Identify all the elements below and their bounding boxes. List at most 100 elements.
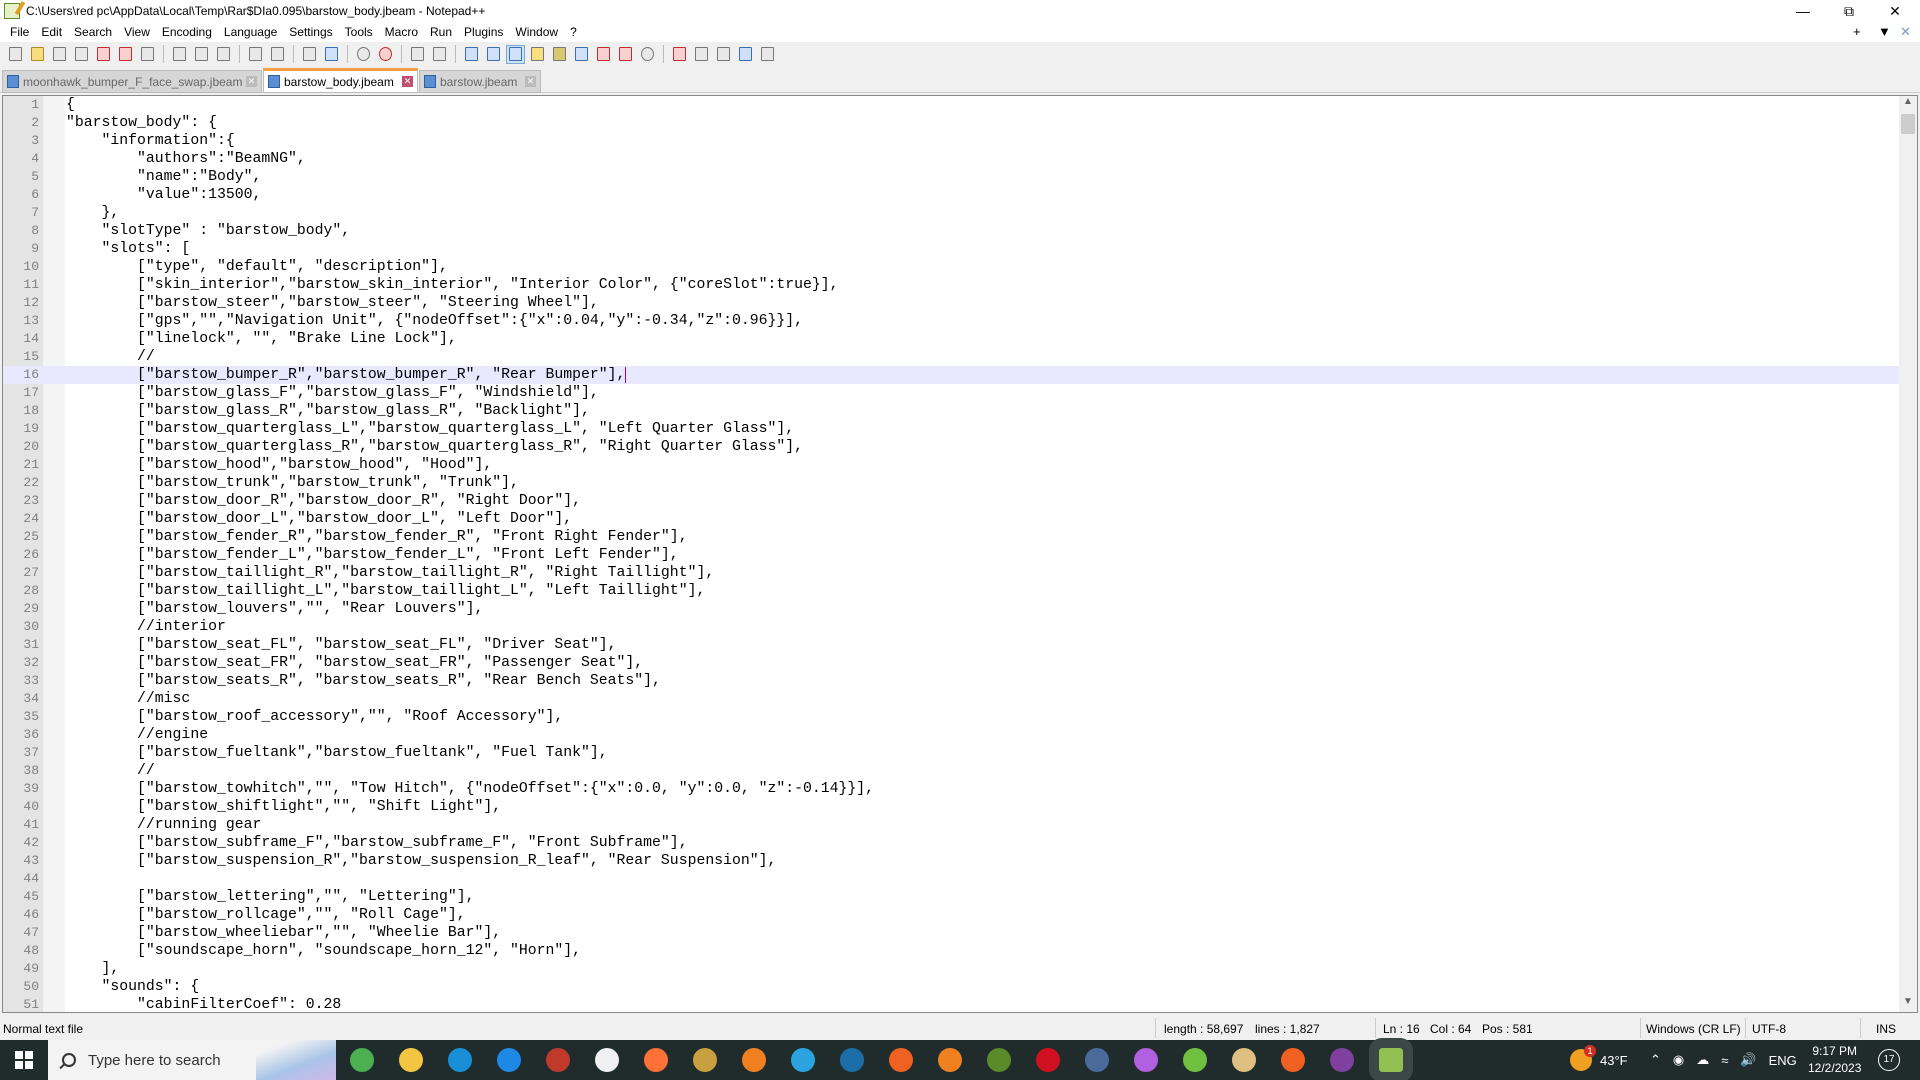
- menu-encoding[interactable]: Encoding: [156, 25, 218, 39]
- menu-view[interactable]: View: [118, 25, 156, 39]
- code-line[interactable]: 51 "cabinFilterCoef": 0.28: [3, 996, 1899, 1012]
- code-line[interactable]: 37 ["barstow_fueltank","barstow_fueltank…: [3, 744, 1899, 762]
- file-explorer-icon[interactable]: [399, 1048, 423, 1072]
- start-button[interactable]: [0, 1040, 48, 1080]
- record-macro-icon[interactable]: [670, 45, 689, 64]
- document-list-icon[interactable]: [572, 45, 591, 64]
- code-line[interactable]: 21 ["barstow_hood","barstow_hood", "Hood…: [3, 456, 1899, 474]
- code-line[interactable]: 32 ["barstow_seat_FR", "barstow_seat_FR"…: [3, 654, 1899, 672]
- zoom-in-icon[interactable]: [354, 45, 373, 64]
- encoding[interactable]: UTF-8: [1752, 1022, 1786, 1036]
- word-wrap-icon[interactable]: [462, 45, 481, 64]
- user-defined-language-icon[interactable]: [528, 45, 547, 64]
- sync-vertical-icon[interactable]: [408, 45, 427, 64]
- vertical-scrollbar[interactable]: ▲ ▼: [1899, 96, 1917, 1012]
- paste-icon[interactable]: [214, 45, 233, 64]
- opera-icon[interactable]: [1036, 1048, 1060, 1072]
- taskbar-search[interactable]: Type here to search: [48, 1040, 336, 1080]
- code-line[interactable]: 47 ["barstow_wheeliebar","", "Wheelie Ba…: [3, 924, 1899, 942]
- phcorner-icon[interactable]: [546, 1048, 570, 1072]
- code-line[interactable]: 20 ["barstow_quarterglass_R","barstow_qu…: [3, 438, 1899, 456]
- document-map-icon[interactable]: [550, 45, 569, 64]
- tab-barstow-body[interactable]: barstow_body.jbeam ✕: [263, 68, 418, 93]
- wifi-icon[interactable]: ≈: [1721, 1053, 1728, 1068]
- redo-icon[interactable]: [268, 45, 287, 64]
- line-ending[interactable]: Windows (CR LF): [1646, 1022, 1741, 1036]
- show-all-characters-icon[interactable]: [484, 45, 503, 64]
- code-line[interactable]: 6 "value":13500,: [3, 186, 1899, 204]
- menu-language[interactable]: Language: [218, 25, 283, 39]
- save-icon[interactable]: [50, 45, 69, 64]
- code-line[interactable]: 49 ],: [3, 960, 1899, 978]
- calculator-icon[interactable]: [1085, 1048, 1109, 1072]
- app-hex-icon[interactable]: [693, 1048, 717, 1072]
- menu-tools[interactable]: Tools: [339, 25, 379, 39]
- minimize-button[interactable]: —: [1780, 0, 1826, 22]
- code-line[interactable]: 2 "barstow_body": {: [3, 114, 1899, 132]
- code-line[interactable]: 35 ["barstow_roof_accessory","", "Roof A…: [3, 708, 1899, 726]
- code-line[interactable]: 12 ["barstow_steer","barstow_steer", "St…: [3, 294, 1899, 312]
- undo-icon[interactable]: [246, 45, 265, 64]
- open-file-icon[interactable]: [28, 45, 47, 64]
- code-line[interactable]: 41 //running gear: [3, 816, 1899, 834]
- code-line[interactable]: 13 ["gps","","Navigation Unit", {"nodeOf…: [3, 312, 1899, 330]
- menu-file[interactable]: File: [4, 25, 35, 39]
- menu-macro[interactable]: Macro: [379, 25, 424, 39]
- code-line[interactable]: 14 ["linelock", "", "Brake Line Lock"],: [3, 330, 1899, 348]
- save-macro-icon[interactable]: [758, 45, 777, 64]
- scroll-down-arrow-icon[interactable]: ▼: [1899, 996, 1917, 1012]
- tab-barstow[interactable]: barstow.jbeam ✕: [419, 70, 541, 93]
- steam-icon[interactable]: [840, 1048, 864, 1072]
- volume-icon[interactable]: 🔊: [1740, 1052, 1756, 1068]
- show-hidden-icons-chevron-icon[interactable]: ⌃: [1650, 1052, 1661, 1068]
- code-line[interactable]: 42 ["barstow_subframe_F","barstow_subfra…: [3, 834, 1899, 852]
- code-line[interactable]: 44: [3, 870, 1899, 888]
- onedrive-cloud-icon[interactable]: ☁: [1696, 1052, 1709, 1068]
- code-line[interactable]: 4 "authors":"BeamNG",: [3, 150, 1899, 168]
- scroll-up-arrow-icon[interactable]: ▲: [1899, 96, 1917, 112]
- tab-close-icon[interactable]: ✕: [246, 76, 257, 87]
- menu-edit[interactable]: Edit: [35, 25, 68, 39]
- notification-center-button[interactable]: 17: [1878, 1040, 1900, 1080]
- code-line[interactable]: 40 ["barstow_shiftlight","", "Shift Ligh…: [3, 798, 1899, 816]
- tab-close-icon[interactable]: ✕: [402, 76, 413, 87]
- code-line[interactable]: 48 ["soundscape_horn", "soundscape_horn_…: [3, 942, 1899, 960]
- bluestacks-icon[interactable]: [1183, 1048, 1207, 1072]
- code-line[interactable]: 38 //: [3, 762, 1899, 780]
- code-line[interactable]: 36 //engine: [3, 726, 1899, 744]
- code-line[interactable]: 18 ["barstow_glass_R","barstow_glass_R",…: [3, 402, 1899, 420]
- insert-mode[interactable]: INS: [1876, 1022, 1896, 1036]
- folder-as-workspace-icon[interactable]: [616, 45, 635, 64]
- run-macro-multiple-icon[interactable]: [736, 45, 755, 64]
- blender-icon[interactable]: [938, 1048, 962, 1072]
- input-language[interactable]: ENG: [1769, 1053, 1797, 1068]
- code-line[interactable]: 34 //misc: [3, 690, 1899, 708]
- close-button[interactable]: ✕: [1872, 0, 1918, 22]
- code-line[interactable]: 5 "name":"Body",: [3, 168, 1899, 186]
- notepad-plus-plus-icon[interactable]: [1369, 1038, 1413, 1080]
- text-editor[interactable]: 1{2 "barstow_body": {3 "information":{4 "…: [2, 95, 1918, 1013]
- code-line[interactable]: 43 ["barstow_suspension_R","barstow_susp…: [3, 852, 1899, 870]
- scrollbar-thumb[interactable]: [1901, 114, 1915, 134]
- minecraft-icon[interactable]: [987, 1048, 1011, 1072]
- print-icon[interactable]: [138, 45, 157, 64]
- play-macro-icon[interactable]: [714, 45, 733, 64]
- telegram-icon[interactable]: [791, 1048, 815, 1072]
- code-line[interactable]: 19 ["barstow_quarterglass_L","barstow_qu…: [3, 420, 1899, 438]
- code-line[interactable]: 50 "sounds": {: [3, 978, 1899, 996]
- microsoft-store-icon[interactable]: [595, 1048, 619, 1072]
- code-line[interactable]: 30 //interior: [3, 618, 1899, 636]
- tab-moonhawk-bumper[interactable]: moonhawk_bumper_F_face_swap.jbeam ✕: [2, 70, 262, 93]
- monitoring-eye-icon[interactable]: [638, 45, 657, 64]
- paint-icon[interactable]: [1232, 1048, 1256, 1072]
- function-list-icon[interactable]: [594, 45, 613, 64]
- indent-guide-icon[interactable]: [506, 44, 525, 64]
- code-line[interactable]: 31 ["barstow_seat_FL", "barstow_seat_FL"…: [3, 636, 1899, 654]
- code-line[interactable]: 33 ["barstow_seats_R", "barstow_seats_R"…: [3, 672, 1899, 690]
- code-line[interactable]: 46 ["barstow_rollcage","", "Roll Cage"],: [3, 906, 1899, 924]
- new-tab-plus-icon[interactable]: +: [1853, 24, 1861, 39]
- code-line[interactable]: 23 ["barstow_door_R","barstow_door_R", "…: [3, 492, 1899, 510]
- weather-widget[interactable]: 1 43°F: [1570, 1040, 1628, 1080]
- tab-list-dropdown-icon[interactable]: ▼: [1878, 24, 1891, 39]
- new-file-icon[interactable]: [6, 45, 25, 64]
